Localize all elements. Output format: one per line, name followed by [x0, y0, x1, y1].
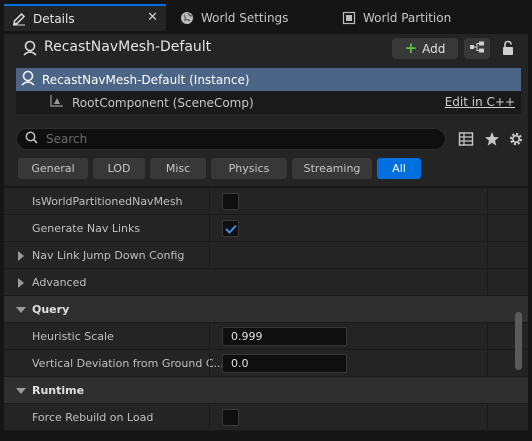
search-input[interactable] [46, 132, 426, 146]
plus-icon: + [404, 39, 418, 57]
actor-header: RecastNavMesh-Default + Add [4, 34, 528, 62]
column-divider [487, 188, 488, 215]
column-divider [487, 323, 488, 350]
root-component-label: RootComponent (SceneComp) [72, 95, 254, 110]
category-runtime[interactable]: Runtime [4, 377, 528, 404]
collapse-arrow-icon[interactable] [16, 307, 26, 313]
property-row: Force Rebuild on Load [4, 404, 528, 431]
tab-world-settings[interactable]: World Settings [172, 4, 332, 31]
property-label: Vertical Deviation from Ground C... [32, 357, 225, 370]
collapse-arrow-icon[interactable] [16, 388, 26, 394]
add-component-button[interactable]: + Add [392, 38, 458, 59]
actor-name: RecastNavMesh-Default [44, 39, 212, 55]
column-divider [209, 242, 210, 269]
column-divider [209, 350, 210, 377]
generate-nav-links-checkbox[interactable] [222, 220, 239, 237]
property-row: Generate Nav Links [4, 215, 528, 242]
column-divider [209, 215, 210, 242]
column-divider [487, 242, 488, 269]
actor-icon [22, 40, 38, 56]
scrollbar-thumb[interactable] [515, 312, 522, 370]
column-divider [209, 188, 210, 215]
root-component-row[interactable]: RootComponent (SceneComp) Edit in C++ [16, 91, 521, 114]
force-rebuild-checkbox[interactable] [222, 409, 239, 426]
close-icon[interactable]: ✕ [147, 10, 158, 25]
category-query[interactable]: Query [4, 296, 528, 323]
property-row-expandable[interactable]: Nav Link Jump Down Config [4, 242, 528, 269]
tab-world-partition-label: World Partition [363, 10, 452, 25]
column-divider [209, 404, 210, 431]
property-label: Advanced [32, 276, 87, 289]
tab-bar: Details ✕ World Settings World Partition [0, 0, 532, 34]
tab-world-partition[interactable]: World Partition [334, 4, 524, 31]
property-label: Nav Link Jump Down Config [32, 249, 185, 262]
vertical-deviation-input[interactable]: 0.0 [222, 354, 347, 373]
star-icon[interactable] [484, 131, 500, 147]
component-tree: RecastNavMesh-Default (Instance) RootCom… [16, 68, 521, 114]
column-divider [487, 350, 488, 377]
filter-streaming[interactable]: Streaming [292, 158, 372, 179]
category-label: Query [32, 303, 70, 316]
property-row: Heuristic Scale 0.999 [4, 323, 528, 350]
scene-component-icon [48, 94, 64, 111]
column-divider [209, 323, 210, 350]
actor-icon [20, 70, 36, 89]
tab-details-label: Details [33, 11, 75, 26]
pencil-icon [12, 12, 26, 26]
component-instance-label: RecastNavMesh-Default (Instance) [42, 72, 250, 87]
search-icon [25, 131, 38, 147]
filter-general[interactable]: General [18, 158, 88, 179]
column-divider [487, 269, 488, 296]
heuristic-scale-input[interactable]: 0.999 [222, 327, 347, 346]
expand-arrow-icon[interactable] [18, 251, 24, 261]
column-divider [487, 215, 488, 242]
footer-strip [0, 431, 532, 441]
filter-all[interactable]: All [377, 158, 421, 179]
filter-lod[interactable]: LOD [93, 158, 145, 179]
tab-details[interactable]: Details ✕ [4, 4, 166, 31]
column-divider [487, 404, 488, 431]
property-label: IsWorldPartitionedNavMesh [32, 195, 183, 208]
property-row: Vertical Deviation from Ground C... 0.0 [4, 350, 528, 377]
grid-icon [342, 11, 356, 25]
property-label: Heuristic Scale [32, 330, 114, 343]
tab-world-settings-label: World Settings [201, 10, 289, 25]
filter-misc[interactable]: Misc [150, 158, 206, 179]
edit-in-cpp-link[interactable]: Edit in C++ [445, 95, 515, 109]
hierarchy-icon [469, 41, 485, 56]
category-label: Runtime [32, 384, 85, 397]
property-label: Force Rebuild on Load [32, 411, 154, 424]
is-world-partitioned-checkbox[interactable] [222, 193, 239, 210]
add-button-label: Add [422, 41, 446, 56]
blueprint-button[interactable] [464, 38, 490, 59]
property-label: Generate Nav Links [32, 222, 141, 235]
filter-physics[interactable]: Physics [211, 158, 287, 179]
property-grid: IsWorldPartitionedNavMesh Generate Nav L… [4, 188, 528, 441]
search-box [16, 128, 446, 150]
property-row-expandable[interactable]: Advanced [4, 269, 528, 296]
table-view-icon[interactable] [458, 131, 474, 147]
expand-arrow-icon[interactable] [18, 278, 24, 288]
gear-icon[interactable] [508, 131, 524, 147]
globe-icon [180, 11, 194, 25]
details-panel: RecastNavMesh-Default + Add RecastNavMes… [4, 34, 528, 441]
lock-icon[interactable] [500, 40, 516, 56]
component-instance-row[interactable]: RecastNavMesh-Default (Instance) [16, 68, 521, 91]
checkmark-icon [224, 224, 237, 234]
property-row: IsWorldPartitionedNavMesh [4, 188, 528, 215]
